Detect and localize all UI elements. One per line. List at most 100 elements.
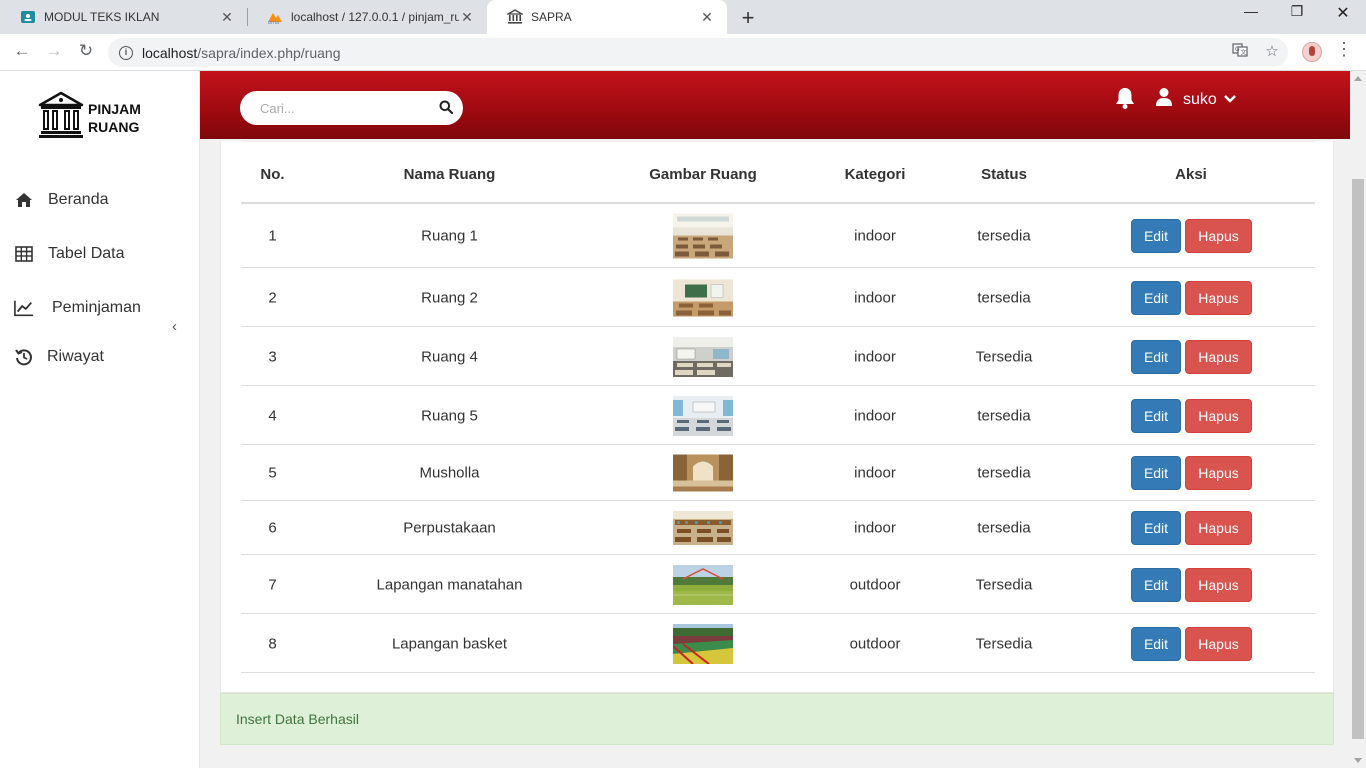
table-row: 6 Perpustakaan indoor tersedia Edit Hapus	[241, 501, 1315, 555]
room-thumbnail-image	[672, 624, 733, 665]
scroll-down-arrow-icon[interactable]	[1354, 758, 1362, 763]
browser-tab-active[interactable]: SAPRA ✕	[487, 0, 727, 34]
user-menu[interactable]: suko	[1155, 87, 1237, 112]
restore-icon[interactable]: ❐	[1274, 3, 1320, 20]
close-tab-icon[interactable]: ✕	[219, 9, 235, 26]
sidebar-item-peminjaman[interactable]: Peminjaman	[14, 298, 141, 318]
cell-no: 6	[268, 519, 277, 537]
edit-button[interactable]: Edit	[1131, 568, 1181, 602]
site-info-icon[interactable]: i	[119, 45, 133, 60]
address-bar: ← → ↻ i localhost/sapra/index.php/ruang …	[0, 34, 1366, 71]
home-icon	[14, 190, 34, 210]
edit-button[interactable]: Edit	[1131, 456, 1181, 490]
phpmyadmin-favicon-icon: pma	[267, 9, 283, 25]
chevron-left-icon[interactable]: ‹	[172, 318, 177, 335]
delete-button[interactable]: Hapus	[1185, 456, 1252, 490]
cell-nama-ruang: Ruang 2	[421, 289, 478, 307]
menu-kebab-icon[interactable]: ⋮	[1334, 39, 1354, 60]
scroll-thumb[interactable]	[1352, 179, 1364, 739]
new-tab-icon[interactable]: +	[738, 5, 758, 31]
delete-button[interactable]: Hapus	[1185, 281, 1252, 315]
edit-button[interactable]: Edit	[1131, 219, 1181, 253]
table-row: 8 Lapangan basket outdoor Tersedia Edit Hapus	[241, 614, 1315, 673]
minimize-icon[interactable]: —	[1228, 3, 1274, 19]
page-scrollbar[interactable]	[1350, 71, 1366, 768]
classroom-favicon-icon	[20, 9, 36, 25]
cell-kategori: outdoor	[849, 635, 901, 653]
bank-building-icon	[38, 91, 84, 144]
search-icon[interactable]	[439, 100, 454, 115]
back-icon[interactable]: ←	[10, 41, 34, 61]
delete-button[interactable]: Hapus	[1185, 511, 1252, 545]
translate-icon[interactable]: 文G	[1230, 42, 1250, 62]
delete-button[interactable]: Hapus	[1185, 568, 1252, 602]
sidebar-item-label: Beranda	[48, 191, 109, 208]
col-header-status: Status	[981, 166, 1027, 183]
sidebar-item-label: Peminjaman	[52, 299, 141, 316]
table-icon	[14, 244, 34, 264]
scroll-up-arrow-icon[interactable]	[1354, 76, 1362, 81]
col-header-aksi: Aksi	[1175, 166, 1207, 183]
browser-tab[interactable]: pma localhost / 127.0.0.1 / pinjam_rua ✕	[247, 0, 487, 34]
edit-button[interactable]: Edit	[1131, 340, 1181, 374]
url-path: /sapra/index.php/ruang	[197, 44, 341, 61]
edit-button[interactable]: Edit	[1131, 399, 1181, 433]
browser-tab-strip: MODUL TEKS IKLAN ✕ pma localhost / 127.0…	[0, 0, 1366, 34]
edit-button[interactable]: Edit	[1131, 281, 1181, 315]
delete-button[interactable]: Hapus	[1185, 340, 1252, 374]
table-row: 4 Ruang 5 indoor tersedia Edit Hapus	[241, 386, 1315, 445]
bell-icon[interactable]	[1114, 86, 1136, 115]
cell-kategori: outdoor	[849, 576, 901, 594]
chevron-down-icon	[1223, 91, 1237, 109]
cell-status: tersedia	[977, 227, 1031, 245]
cell-no: 7	[268, 576, 277, 594]
sidebar-item-beranda[interactable]: Beranda	[14, 190, 109, 210]
cell-status: tersedia	[977, 289, 1031, 307]
room-thumbnail-image	[673, 213, 733, 259]
col-header-no: No.	[260, 166, 285, 183]
cell-status: Tersedia	[975, 348, 1033, 366]
svg-text:pma: pma	[268, 20, 279, 24]
edit-button[interactable]: Edit	[1131, 511, 1181, 545]
close-tab-icon[interactable]: ✕	[459, 9, 475, 26]
cell-no: 8	[268, 635, 277, 653]
forward-icon[interactable]: →	[42, 41, 66, 61]
edit-button[interactable]: Edit	[1131, 627, 1181, 661]
table-row: 3 Ruang 4 indoor Tersedia Edit Hapus	[241, 327, 1315, 386]
table-row: 5 Musholla indoor tersedia Edit Hapus	[241, 445, 1315, 501]
delete-button[interactable]: Hapus	[1185, 219, 1252, 253]
delete-button[interactable]: Hapus	[1185, 399, 1252, 433]
url-field[interactable]: i localhost/sapra/index.php/ruang	[108, 38, 1288, 67]
cell-nama-ruang: Musholla	[419, 464, 480, 482]
cell-nama-ruang: Ruang 5	[421, 407, 478, 425]
table-row: 2 Ruang 2 indoor tersedia Edit Hapus	[241, 268, 1315, 327]
window-close-icon[interactable]: ✕	[1320, 3, 1366, 23]
cell-kategori: indoor	[854, 289, 896, 307]
url-host: localhost	[142, 44, 198, 61]
bookmark-star-icon[interactable]: ☆	[1262, 42, 1282, 60]
table-header: No. Nama Ruang Gambar Ruang Kategori Sta…	[241, 141, 1315, 204]
profile-avatar[interactable]	[1302, 42, 1322, 62]
search-input[interactable]	[260, 100, 430, 116]
history-icon	[14, 347, 34, 367]
username-label: suko	[1183, 90, 1217, 108]
cell-no: 2	[268, 289, 277, 307]
cell-no: 4	[268, 407, 277, 425]
reload-icon[interactable]: ↻	[74, 41, 98, 61]
delete-button[interactable]: Hapus	[1185, 627, 1252, 661]
success-alert: Insert Data Berhasil	[220, 693, 1334, 745]
cell-kategori: indoor	[854, 227, 896, 245]
sidebar-item-riwayat[interactable]: Riwayat	[14, 347, 104, 367]
table-row: 1 Ruang 1 indoor tersedia Edit Hapus	[241, 204, 1315, 268]
svg-text:G: G	[1235, 46, 1240, 53]
cell-kategori: indoor	[854, 407, 896, 425]
sidebar: PINJAM RUANG Beranda Tabel Data ‹ Peminj…	[0, 71, 200, 768]
room-thumbnail-image	[673, 279, 733, 317]
close-tab-icon[interactable]: ✕	[699, 9, 715, 26]
cell-nama-ruang: Lapangan basket	[391, 635, 508, 653]
col-header-gambar-ruang: Gambar Ruang	[649, 166, 757, 183]
room-thumbnail-image	[673, 454, 733, 492]
browser-tab[interactable]: MODUL TEKS IKLAN ✕	[0, 0, 247, 34]
sidebar-item-tabel-data[interactable]: Tabel Data	[14, 244, 125, 264]
brand-logo[interactable]: PINJAM RUANG	[38, 91, 141, 144]
